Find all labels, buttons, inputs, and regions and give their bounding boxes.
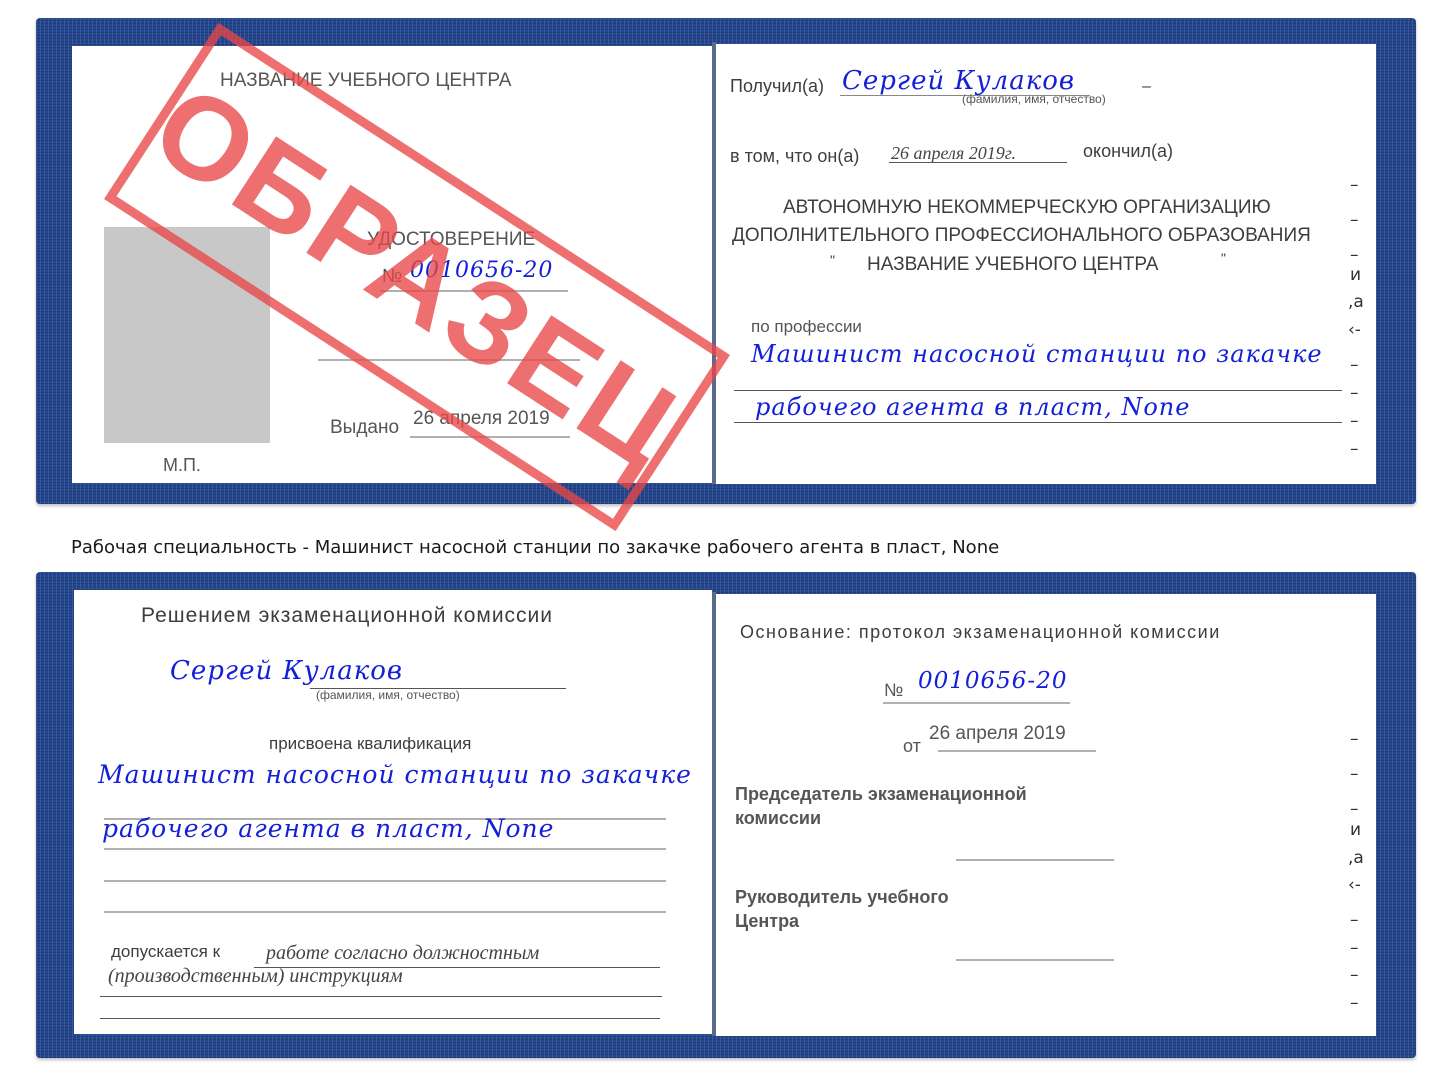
basis-heading: Основание: протокол экзаменационной коми… [740, 622, 1221, 642]
protocol-number-value: 0010656-20 [918, 668, 1068, 694]
edge-mark: – [1350, 175, 1359, 195]
top-spine [712, 42, 716, 484]
completion-date-underline [889, 162, 1067, 163]
certificate-number-underline [380, 290, 568, 292]
certificate-number-value: 0010656-20 [410, 258, 554, 283]
profession-line-2: рабочего агента в пласт, None [755, 393, 1191, 421]
qualification-underline-4 [104, 911, 666, 913]
qualification-line-2: рабочего агента в пласт, None [102, 814, 555, 843]
blank-line [318, 359, 580, 361]
organization-line-2: ДОПОЛНИТЕЛЬНОГО ПРОФЕССИОНАЛЬНОГО ОБРАЗО… [732, 225, 1311, 246]
edge-mark: ,а [1348, 848, 1364, 868]
protocol-date-label: от [903, 736, 921, 756]
certificate-number-label: № [382, 266, 403, 287]
edge-mark: и [1350, 265, 1362, 285]
chairman-label-line-1: Председатель экзаменационной [735, 784, 1027, 804]
profession-label: по профессии [751, 317, 862, 336]
edge-mark: и [1350, 820, 1362, 840]
commission-heading: Решением экзаменационной комиссии [141, 604, 554, 627]
edge-mark: – [1350, 764, 1359, 784]
issued-date-underline [410, 436, 570, 438]
qualification-line-1: Машинист насосной станции по закачке [98, 760, 692, 789]
photo-placeholder [104, 227, 270, 443]
chairman-signature-line [956, 859, 1114, 861]
qualification-label: присвоена квалификация [269, 734, 472, 753]
head-label-line-1: Руководитель учебного [735, 887, 949, 907]
edge-mark: – [1350, 439, 1359, 459]
edge-mark: – [1350, 245, 1359, 265]
profession-line-1: Машинист насосной станции по закачке [751, 340, 1323, 368]
admitted-underline-3 [100, 1018, 660, 1019]
edge-mark: ‹- [1348, 320, 1361, 340]
fio-hint: (фамилия, имя, отчество) [962, 92, 1106, 106]
edge-mark: – [1350, 210, 1359, 230]
profession-underline-1 [734, 390, 1342, 391]
bottom-spine [712, 592, 716, 1036]
edge-mark: – [1350, 729, 1359, 749]
bottom-recipient-name: Сергей Кулаков [170, 656, 404, 686]
admitted-line-1: работе согласно должностным [266, 942, 540, 964]
head-signature-line [956, 959, 1114, 961]
admitted-underline-2 [100, 996, 662, 997]
protocol-number-label: № [884, 680, 904, 700]
edge-mark: ‹- [1348, 875, 1361, 895]
organization-close-quote: " [1221, 250, 1226, 266]
head-label-line-2: Центра [735, 911, 800, 931]
specialty-caption: Рабочая специальность - Машинист насосно… [71, 537, 1000, 558]
admitted-label: допускается к [111, 942, 221, 961]
edge-mark: – [1350, 910, 1359, 930]
edge-mark: – [1350, 411, 1359, 431]
edge-dash: – [1142, 78, 1151, 95]
received-label: Получил(а) [730, 76, 824, 96]
that-label: в том, что он(а) [730, 146, 860, 166]
seal-label: М.П. [163, 455, 201, 475]
completed-label: окончил(а) [1083, 141, 1173, 161]
training-center-name: НАЗВАНИЕ УЧЕБНОГО ЦЕНТРА [220, 70, 512, 91]
organization-line-3: НАЗВАНИЕ УЧЕБНОГО ЦЕНТРА [867, 254, 1159, 275]
document-title: УДОСТОВЕРЕНИЕ [367, 229, 536, 250]
admitted-line-2: (производственным) инструкциям [108, 965, 403, 987]
issued-label: Выдано [330, 417, 400, 438]
qualification-underline-2 [104, 848, 666, 850]
protocol-date-underline [938, 750, 1096, 752]
organization-open-quote: " [830, 252, 835, 268]
issued-date: 26 апреля 2019 [413, 408, 550, 429]
edge-mark: – [1350, 993, 1359, 1013]
edge-mark: – [1350, 799, 1359, 819]
bottom-fio-hint: (фамилия, имя, отчество) [316, 688, 460, 702]
completion-date: 26 апреля 2019г. [891, 143, 1017, 163]
protocol-date-value: 26 апреля 2019 [929, 723, 1066, 744]
edge-mark: – [1350, 965, 1359, 985]
edge-mark: – [1350, 938, 1359, 958]
edge-mark: ,а [1348, 292, 1364, 312]
organization-line-1: АВТОНОМНУЮ НЕКОММЕРЧЕСКУЮ ОРГАНИЗАЦИЮ [783, 197, 1271, 218]
edge-mark: – [1350, 383, 1359, 403]
chairman-label-line-2: комиссии [735, 808, 822, 828]
protocol-number-underline [883, 702, 1070, 704]
profession-underline-2 [734, 422, 1342, 423]
qualification-underline-3 [104, 880, 666, 882]
edge-mark: – [1350, 355, 1359, 375]
